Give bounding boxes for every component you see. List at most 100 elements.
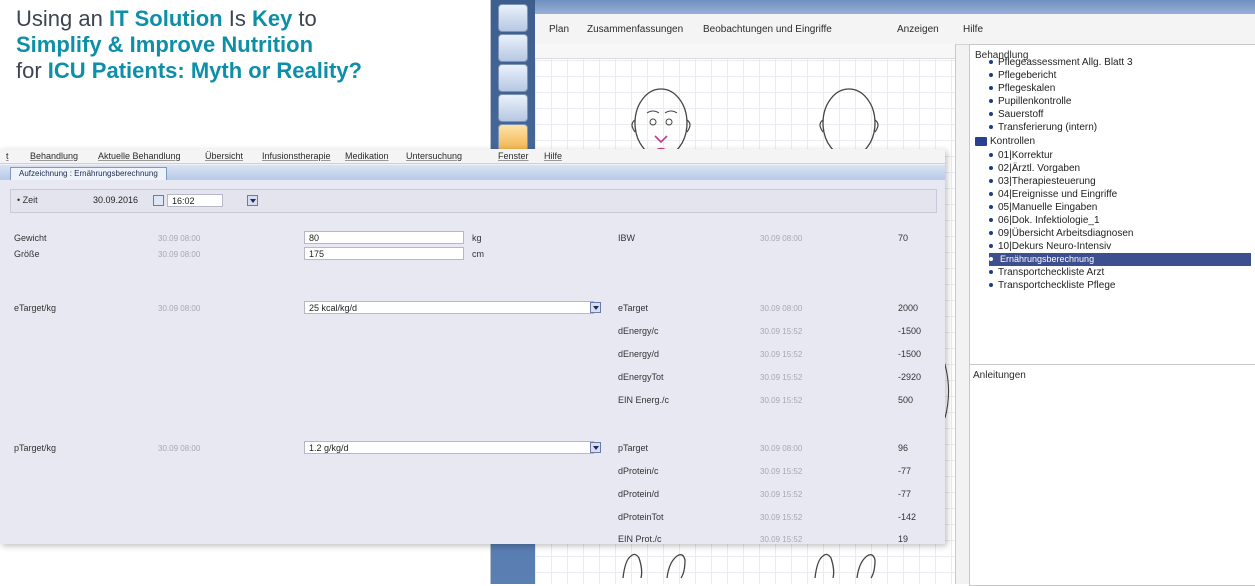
etarget-per-kg-timestamp: 30.09 08:00 xyxy=(158,304,201,313)
ptarget-per-kg-label: pTarget/kg xyxy=(14,443,57,453)
etarget-per-kg-label: eTarget/kg xyxy=(14,303,57,313)
tool-button[interactable] xyxy=(498,124,528,152)
instructions-panel xyxy=(969,364,1255,586)
weight-input[interactable]: 80 xyxy=(304,231,464,244)
time-field[interactable]: 16:02 xyxy=(167,194,223,207)
tree-item[interactable]: Pflegeskalen xyxy=(989,82,1055,95)
protein-label: dProtein/c xyxy=(618,466,659,476)
title-bar xyxy=(535,0,1255,14)
menu-summaries[interactable]: Zusammenfassungen xyxy=(587,24,683,35)
height-unit: cm xyxy=(472,249,484,259)
menu-bar: t Behandlung Aktuelle Behandlung Übersic… xyxy=(0,149,945,164)
menu-infusion-therapy[interactable]: Infusionstherapie xyxy=(262,151,331,161)
tree-item[interactable]: 09|Übersicht Arbeitsdiagnosen xyxy=(989,227,1133,240)
menu-examination[interactable]: Untersuchung xyxy=(406,151,462,161)
energy-label: dEnergy/c xyxy=(618,326,659,336)
protein-label: EIN Prot./c xyxy=(618,534,662,544)
energy-timestamp: 30.09 15:52 xyxy=(760,350,803,359)
energy-value: -2920 xyxy=(898,372,922,382)
tool-button[interactable] xyxy=(498,4,528,32)
menu-view[interactable]: Anzeigen xyxy=(897,24,939,35)
weight-unit: kg xyxy=(472,233,482,243)
tool-button[interactable] xyxy=(498,64,528,92)
protein-value: -77 xyxy=(898,466,912,476)
date-field[interactable]: 30.09.2016 xyxy=(89,194,149,207)
ibw-label: IBW xyxy=(618,233,635,243)
ibw-value: 70 xyxy=(898,233,909,243)
headline-text: Using an xyxy=(16,6,109,31)
tree-item[interactable]: 04|Ereignisse und Eingriffe xyxy=(989,188,1117,201)
canvas-ruler xyxy=(535,44,955,59)
protein-timestamp: 30.09 08:00 xyxy=(760,444,803,453)
tree-item[interactable]: Pupillenkontrolle xyxy=(989,95,1071,108)
calendar-icon[interactable] xyxy=(153,195,164,206)
tree-item[interactable]: Transportcheckliste Pflege xyxy=(989,279,1115,292)
headline-line-1: Using an IT Solution Is Key to xyxy=(16,6,486,32)
protein-value: -77 xyxy=(898,489,912,499)
protein-label: dProtein/d xyxy=(618,489,660,499)
energy-timestamp: 30.09 15:52 xyxy=(760,327,803,336)
menu-overview[interactable]: Übersicht xyxy=(205,151,243,161)
menu-item[interactable]: t xyxy=(6,151,9,161)
headline-emphasis: IT Solution xyxy=(108,6,223,31)
tree-item[interactable]: 10|Dekurs Neuro-Intensiv xyxy=(989,240,1111,253)
energy-timestamp: 30.09 08:00 xyxy=(760,304,803,313)
tree-folder-kontrollen[interactable]: Kontrollen xyxy=(975,135,1035,148)
ptarget-dropdown-button[interactable] xyxy=(590,442,601,453)
folder-icon xyxy=(975,136,987,146)
tree-item-selected[interactable]: Ernährungsberechnung xyxy=(989,253,1251,266)
energy-timestamp: 30.09 15:52 xyxy=(760,373,803,382)
tree-item[interactable]: 05|Manuelle Eingaben xyxy=(989,201,1097,214)
etarget-dropdown-button[interactable] xyxy=(590,302,601,313)
nutrition-calculation-window: t Behandlung Aktuelle Behandlung Übersic… xyxy=(0,149,945,544)
protein-timestamp: 30.09 15:52 xyxy=(760,490,803,499)
energy-timestamp: 30.09 15:52 xyxy=(760,396,803,405)
weight-timestamp: 30.09 08:00 xyxy=(158,234,201,243)
protein-value: 19 xyxy=(898,534,909,544)
ptarget-per-kg-select[interactable]: 1.2 g/kg/d xyxy=(304,441,594,454)
menu-window[interactable]: Fenster xyxy=(498,151,529,161)
tool-button[interactable] xyxy=(498,34,528,62)
tree-item[interactable]: Transferierung (intern) xyxy=(989,121,1097,134)
protein-label: pTarget xyxy=(618,443,649,453)
menu-treatment[interactable]: Behandlung xyxy=(30,151,78,161)
time-dropdown-button[interactable] xyxy=(247,195,258,206)
menu-plan[interactable]: Plan xyxy=(549,24,569,35)
menu-help[interactable]: Hilfe xyxy=(963,24,983,35)
tree-item[interactable]: Pflegeassessment Allg. Blatt 3 xyxy=(989,56,1133,69)
headline-line-3: for ICU Patients: Myth or Reality? xyxy=(16,58,486,84)
tree-item[interactable]: Sauerstoff xyxy=(989,108,1043,121)
height-input[interactable]: 175 xyxy=(304,247,464,260)
headline-line-2: Simplify & Improve Nutrition xyxy=(16,32,486,58)
tree-item[interactable]: 03|Therapiesteuerung xyxy=(989,175,1096,188)
headline-text: to xyxy=(292,6,317,31)
energy-label: dEnergy/d xyxy=(618,349,660,359)
headline-emphasis: Simplify & Improve Nutrition xyxy=(16,32,314,57)
energy-value: 500 xyxy=(898,395,914,405)
tree-item[interactable]: 02|Ärztl. Vorgaben xyxy=(989,162,1080,175)
energy-value: -1500 xyxy=(898,349,922,359)
tree-item[interactable]: 06|Dok. Infektiologie_1 xyxy=(989,214,1100,227)
headline-emphasis: ICU Patients: Myth or Reality? xyxy=(47,58,362,83)
energy-label: eTarget xyxy=(618,303,649,313)
menu-help[interactable]: Hilfe xyxy=(544,151,562,161)
tree-item[interactable]: Pflegebericht xyxy=(989,69,1056,82)
menu-bar: Plan Zusammenfassungen Beobachtungen und… xyxy=(535,14,1255,45)
energy-value: 2000 xyxy=(898,303,919,313)
ibw-timestamp: 30.09 08:00 xyxy=(760,234,803,243)
height-timestamp: 30.09 08:00 xyxy=(158,250,201,259)
menu-observations[interactable]: Beobachtungen und Eingriffe xyxy=(703,24,832,35)
tool-button[interactable] xyxy=(498,94,528,122)
instructions-title: Anleitungen xyxy=(973,370,1026,381)
tree-item[interactable]: Transportcheckliste Arzt xyxy=(989,266,1104,279)
tree-item[interactable]: 01|Korrektur xyxy=(989,149,1053,162)
energy-label: dEnergyTot xyxy=(618,372,664,382)
tab-nutrition-calculation[interactable]: Aufzeichnung : Ernährungsberechnung xyxy=(10,167,167,180)
headline-emphasis: Key xyxy=(251,6,293,31)
protein-timestamp: 30.09 15:52 xyxy=(760,535,803,544)
protein-timestamp: 30.09 15:52 xyxy=(760,467,803,476)
etarget-per-kg-select[interactable]: 25 kcal/kg/d xyxy=(304,301,594,314)
menu-current-treatment[interactable]: Aktuelle Behandlung xyxy=(98,151,181,161)
menu-medication[interactable]: Medikation xyxy=(345,151,389,161)
protein-value: 96 xyxy=(898,443,909,453)
